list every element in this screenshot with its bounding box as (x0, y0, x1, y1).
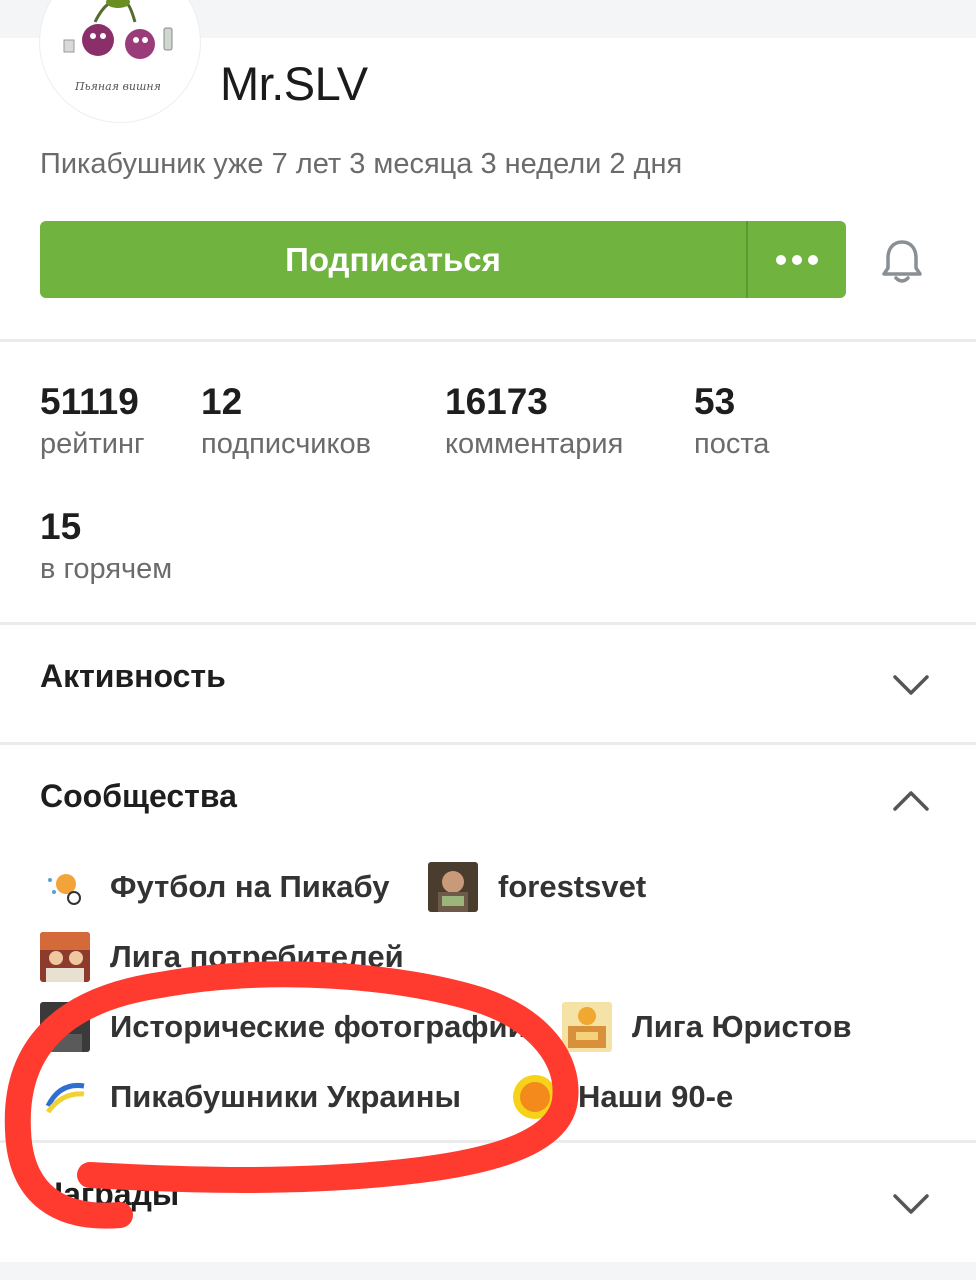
community-name: Исторические фотографии (110, 1009, 527, 1044)
community-name: Лига потребителей (110, 939, 404, 974)
football-icon (40, 862, 90, 912)
community-name: Лига Юристов (632, 1009, 852, 1044)
username: Mr.SLV (220, 57, 368, 110)
stat-value: 16173 (445, 381, 548, 422)
chevron-down-icon[interactable] (892, 673, 930, 697)
our-90s-icon (510, 1072, 560, 1122)
avatar-cherries-icon: Пьяная вишня (63, 0, 173, 93)
historical-photos-icon (40, 1002, 90, 1052)
chevron-down-icon[interactable] (892, 1192, 930, 1216)
community-item-pikabu-ukraine[interactable]: Пикабушники Украины (40, 1072, 461, 1122)
stat-label: подписчиков (201, 428, 372, 460)
lawyers-league-icon (562, 1002, 612, 1052)
subscribe-bar: Подписаться (40, 221, 846, 298)
community-name: Наши 90-е (578, 1079, 734, 1114)
community-item-football[interactable]: Футбол на Пикабу (40, 862, 390, 912)
stat-value: 51119 (40, 381, 139, 422)
ellipsis-icon (776, 254, 818, 265)
bottom-band (0, 1262, 976, 1280)
consumers-league-icon (40, 932, 90, 982)
stat-posts[interactable]: 53 поста (694, 383, 769, 459)
stat-value: 12 (201, 381, 243, 422)
community-item-lawyers[interactable]: Лига Юристов (562, 1002, 852, 1052)
stat-rating: 51119 рейтинг (40, 383, 145, 459)
community-name: forestsvet (498, 869, 647, 904)
pikabu-ukraine-icon (40, 1072, 90, 1122)
community-name: Пикабушники Украины (110, 1079, 461, 1114)
avatar[interactable]: Пьяная вишня (40, 0, 200, 122)
divider (0, 339, 976, 342)
more-options-button[interactable] (748, 221, 846, 298)
chevron-up-icon[interactable] (892, 789, 930, 813)
divider (0, 1140, 976, 1143)
svg-text:Пьяная вишня: Пьяная вишня (74, 80, 161, 93)
stat-subscribers[interactable]: 12 подписчиков (201, 383, 371, 459)
stat-label: в горячем (40, 553, 173, 585)
stat-comments[interactable]: 16173 комментария (445, 383, 623, 459)
subscribe-button[interactable]: Подписаться (40, 221, 746, 298)
stat-label: комментария (445, 428, 624, 460)
stat-value: 15 (40, 506, 82, 547)
stat-value: 53 (694, 381, 736, 422)
section-title-communities[interactable]: Сообщества (40, 778, 237, 815)
community-name: Футбол на Пикабу (110, 869, 390, 904)
divider (0, 622, 976, 625)
section-title-activity[interactable]: Активность (40, 658, 226, 695)
stat-label: поста (694, 428, 770, 460)
bell-icon[interactable] (880, 238, 924, 284)
divider (0, 742, 976, 745)
forestsvet-icon (428, 862, 478, 912)
stat-label: рейтинг (40, 428, 145, 460)
section-title-awards[interactable]: Награды (40, 1176, 179, 1213)
community-item-historical-photos[interactable]: Исторические фотографии (40, 1002, 527, 1052)
community-item-consumers[interactable]: Лига потребителей (40, 932, 404, 982)
community-item-forestsvet[interactable]: forestsvet (428, 862, 646, 912)
member-since: Пикабушник уже 7 лет 3 месяца 3 недели 2… (40, 148, 683, 180)
community-item-our-90s[interactable]: Наши 90-е (510, 1072, 733, 1122)
stat-hot[interactable]: 15 в горячем (40, 508, 172, 584)
